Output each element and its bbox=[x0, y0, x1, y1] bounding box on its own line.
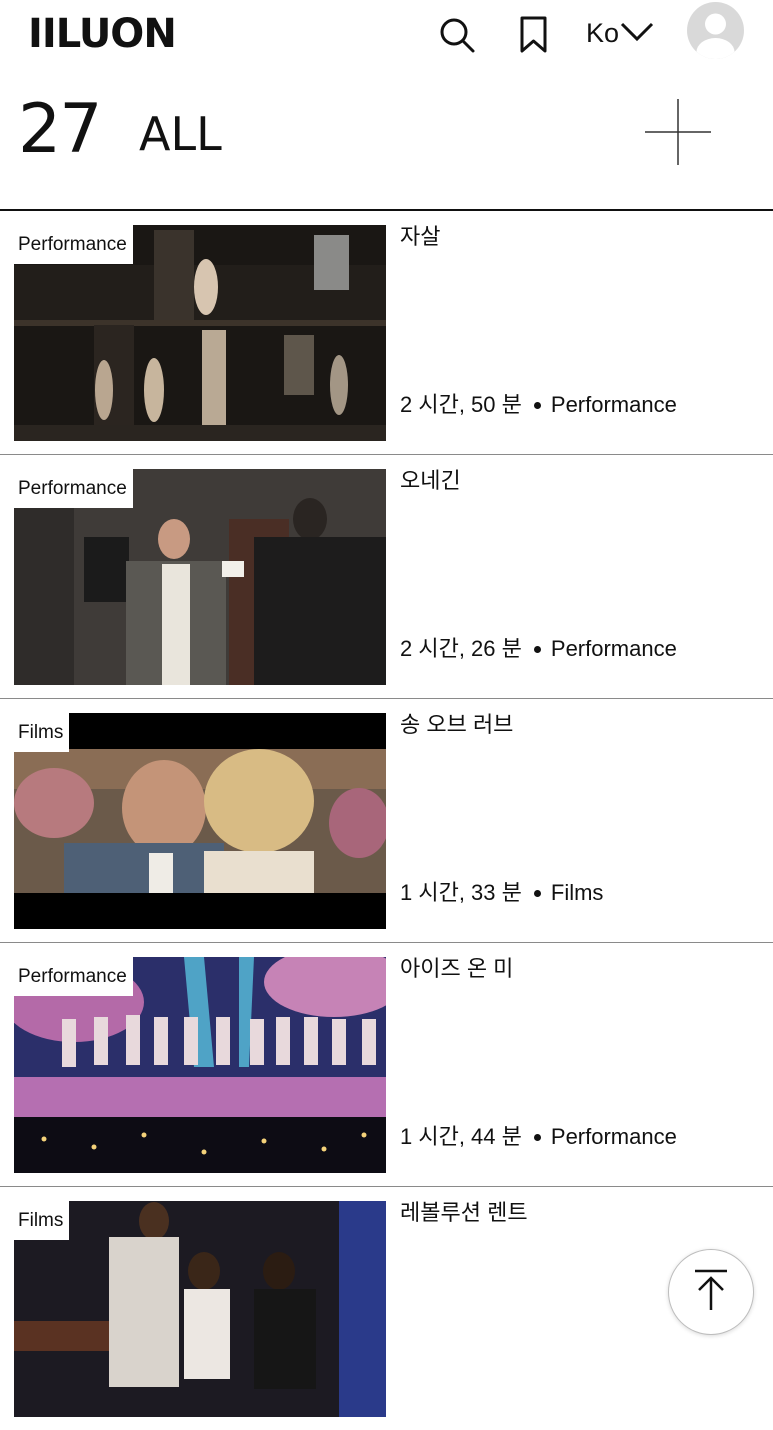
list-item[interactable]: Films 송 오브 러브 1 시간, 33 분 Films bbox=[0, 699, 773, 943]
language-selector[interactable]: Ko bbox=[586, 16, 655, 50]
category-badge: Films bbox=[14, 713, 70, 752]
thumbnail-image[interactable]: Performance bbox=[14, 957, 386, 1173]
list-item[interactable]: Performance 오네긴 2 시간, 26 분 Performance bbox=[0, 455, 773, 699]
item-meta: 2 시간, 50 분 Performance bbox=[400, 391, 677, 419]
thumbnail-image[interactable]: Films bbox=[14, 1201, 386, 1417]
item-meta: 2 시간, 26 분 Performance bbox=[400, 635, 677, 663]
category-badge: Performance bbox=[14, 957, 133, 996]
thumbnail-image[interactable]: Films bbox=[14, 713, 386, 929]
item-meta: 1 시간, 44 분 Performance bbox=[400, 1123, 677, 1151]
list-item[interactable]: Films 레볼루션 렌트 bbox=[0, 1187, 773, 1430]
arrow-up-icon bbox=[691, 1268, 731, 1317]
separator-dot bbox=[533, 645, 541, 653]
separator-dot bbox=[533, 889, 541, 897]
list-item[interactable]: Performance 자살 2 시간, 50 분 Performance bbox=[0, 211, 773, 455]
user-avatar-icon[interactable] bbox=[687, 2, 744, 59]
category-badge: Films bbox=[14, 1201, 70, 1240]
chevron-down-icon bbox=[619, 19, 655, 48]
item-duration: 1 시간, 33 분 bbox=[400, 880, 522, 905]
item-count: 27 bbox=[18, 90, 103, 169]
category-badge: Performance bbox=[14, 469, 133, 508]
item-category: Films bbox=[550, 880, 604, 905]
bookmark-icon[interactable] bbox=[515, 14, 553, 54]
item-title[interactable]: 레볼루션 렌트 bbox=[400, 1199, 528, 1227]
separator-dot bbox=[533, 401, 541, 409]
item-title[interactable]: 자살 bbox=[400, 223, 440, 251]
search-icon[interactable] bbox=[438, 14, 476, 54]
language-label: Ko bbox=[586, 17, 620, 48]
list-item[interactable]: Performance 아이즈 온 미 1 시간, 44 분 Performan… bbox=[0, 943, 773, 1187]
item-title[interactable]: 오네긴 bbox=[400, 467, 461, 495]
app-header: IILUON Ko bbox=[0, 0, 773, 72]
item-category: Performance bbox=[550, 1124, 677, 1149]
thumbnail-image[interactable]: Performance bbox=[14, 225, 386, 441]
logo[interactable]: IILUON bbox=[28, 10, 177, 58]
item-title[interactable]: 아이즈 온 미 bbox=[400, 955, 513, 983]
item-duration: 2 시간, 50 분 bbox=[400, 392, 522, 417]
item-duration: 1 시간, 44 분 bbox=[400, 1124, 522, 1149]
scroll-to-top-button[interactable] bbox=[668, 1249, 754, 1335]
content-list: Performance 자살 2 시간, 50 분 Performance Pe… bbox=[0, 211, 773, 1430]
item-category: Performance bbox=[550, 636, 677, 661]
plus-icon[interactable] bbox=[645, 99, 711, 165]
list-summary: 27 ALL bbox=[0, 84, 773, 194]
category-badge: Performance bbox=[14, 225, 133, 264]
item-title[interactable]: 송 오브 러브 bbox=[400, 711, 513, 739]
filter-label[interactable]: ALL bbox=[139, 106, 222, 162]
item-duration: 2 시간, 26 분 bbox=[400, 636, 522, 661]
item-category: Performance bbox=[550, 392, 677, 417]
thumbnail-image[interactable]: Performance bbox=[14, 469, 386, 685]
separator-dot bbox=[533, 1133, 541, 1141]
item-meta: 1 시간, 33 분 Films bbox=[400, 879, 603, 907]
